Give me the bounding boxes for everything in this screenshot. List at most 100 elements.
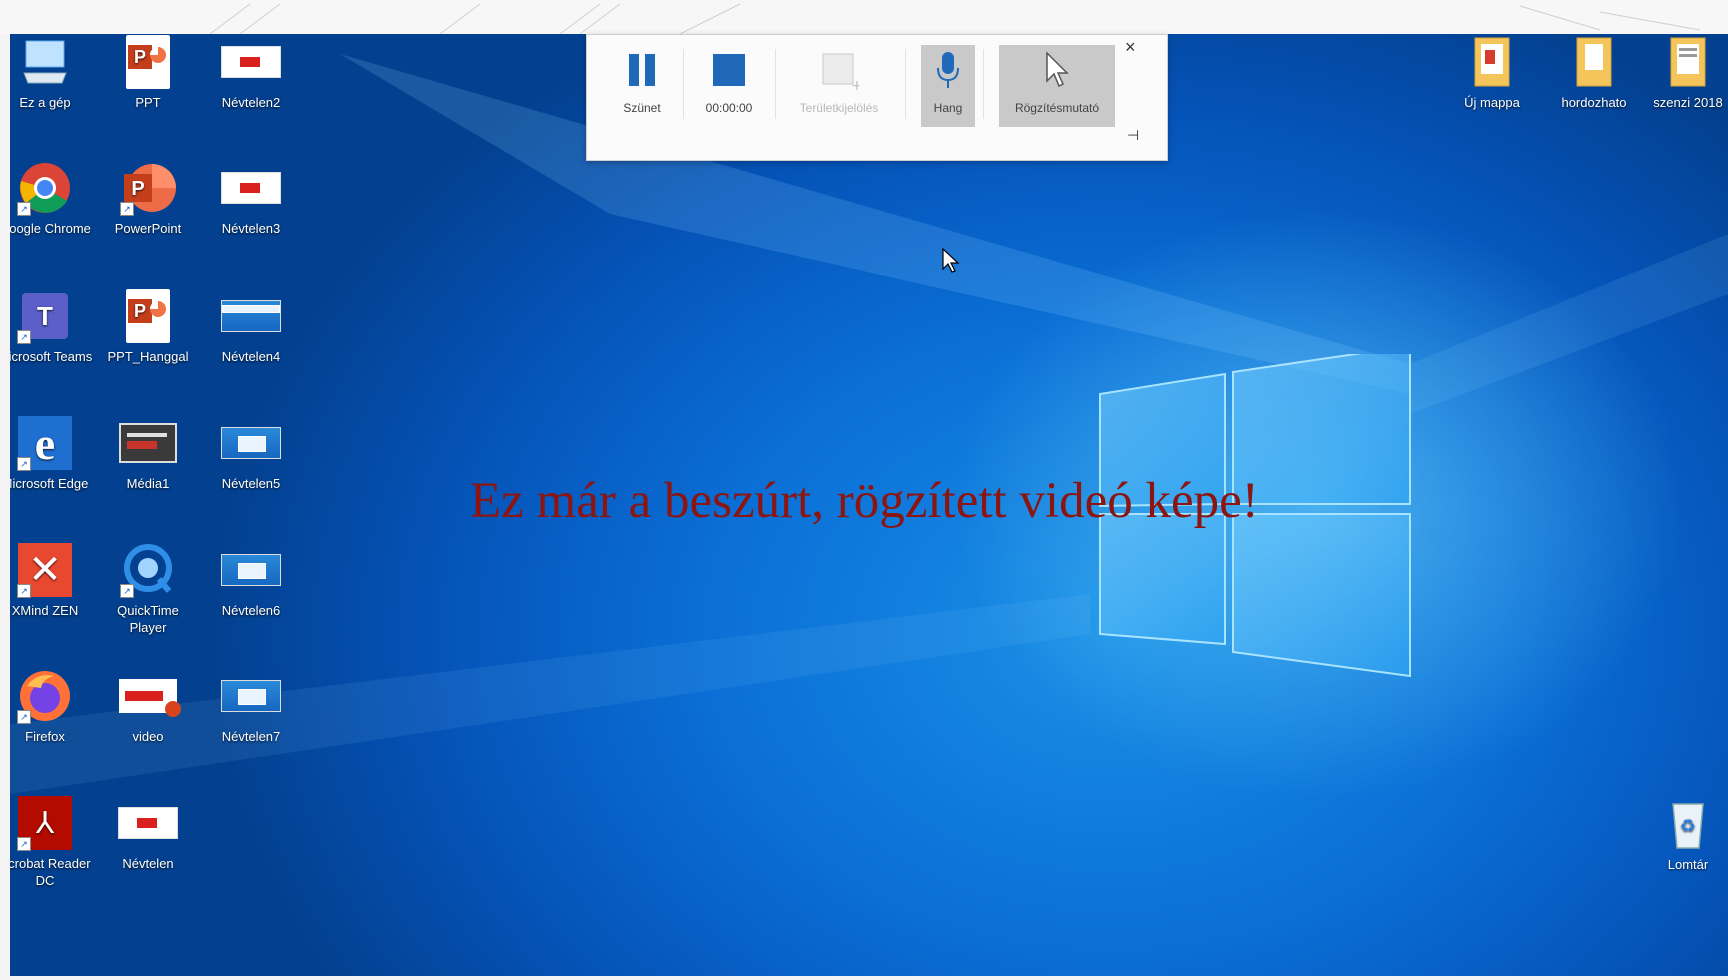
icon-label: QuickTime Player (117, 603, 179, 635)
desktop-icon-ez-a-gep[interactable]: Ez a gép (10, 34, 93, 111)
desktop-icon-uj-mappa[interactable]: Új mappa (1444, 34, 1540, 111)
mouse-cursor-icon (942, 248, 960, 273)
acrobat-icon: ⅄ ↗ (15, 795, 75, 851)
area-select-button[interactable]: + Területkijelölés (783, 45, 895, 127)
desktop-icon-lomtar[interactable]: ♻ Lomtár (1640, 796, 1728, 873)
desktop-icon-powerpoint[interactable]: P ↗ PowerPoint (100, 160, 196, 237)
video-thumbnail-icon (221, 160, 281, 216)
microphone-icon (921, 45, 975, 95)
toolbar-divider (983, 49, 984, 119)
area-select-label: Területkijelölés (799, 101, 879, 115)
video-thumbnail-icon (221, 34, 281, 90)
desktop-icon-video[interactable]: video (100, 668, 196, 745)
icon-label: Google Chrome (10, 221, 91, 236)
computer-icon (15, 34, 75, 90)
close-icon[interactable]: × (1125, 37, 1136, 58)
desktop-icon-quicktime[interactable]: ↗ QuickTime Player (100, 542, 196, 636)
video-thumbnail-icon (221, 668, 281, 724)
powerpoint-app-icon: P ↗ (118, 160, 178, 216)
icon-label: Névtelen4 (221, 349, 281, 364)
icon-label: Microsoft Teams (10, 349, 93, 364)
folder-icon (1564, 34, 1624, 90)
stop-button[interactable]: 00:00:00 (691, 45, 767, 127)
video-thumbnail-icon (118, 795, 178, 851)
audio-label: Hang (933, 101, 963, 115)
pause-button[interactable]: Szünet (611, 45, 673, 127)
teams-icon: T ↗ (15, 288, 75, 344)
toolbar-divider (905, 49, 906, 119)
video-thumbnail-icon (221, 288, 281, 344)
desktop-icon-ppt-hanggal[interactable]: P PPT_Hanggal (100, 288, 196, 365)
desktop-icon-szenzi-2018[interactable]: szenzi 2018 (1640, 34, 1728, 111)
desktop-icon-nevtelen5[interactable]: Névtelen5 (203, 415, 299, 492)
icon-label: Média1 (126, 476, 170, 491)
desktop-icon-nevtelen[interactable]: Névtelen (100, 795, 196, 872)
desktop-icon-nevtelen7[interactable]: Névtelen7 (203, 668, 299, 745)
video-thumbnail-icon (221, 415, 281, 471)
pause-label: Szünet (623, 101, 661, 115)
icon-label: PowerPoint (114, 221, 182, 236)
shortcut-arrow-icon: ↗ (17, 330, 31, 344)
pin-icon[interactable]: ⊣ (1127, 127, 1139, 144)
desktop-icon-nevtelen6[interactable]: Névtelen6 (203, 542, 299, 619)
shortcut-arrow-icon: ↗ (17, 584, 31, 598)
svg-text:+: + (851, 78, 859, 90)
video-thumbnail-icon (221, 542, 281, 598)
pause-icon (611, 45, 673, 95)
desktop-icon-xmind-zen[interactable]: ✕ ↗ XMind ZEN (10, 542, 93, 619)
pointer-icon (999, 45, 1115, 95)
icon-label: Névtelen5 (221, 476, 281, 491)
desktop-icon-nevtelen2[interactable]: Névtelen2 (203, 34, 299, 111)
shortcut-arrow-icon: ↗ (120, 584, 134, 598)
icon-label: Névtelen2 (221, 95, 281, 110)
powerpoint-file-icon: P (118, 34, 178, 90)
icon-label: Névtelen6 (221, 603, 281, 618)
desktop-icon-microsoft-edge[interactable]: e ↗ Microsoft Edge (10, 415, 93, 492)
icon-label: PPT (135, 95, 161, 110)
recycle-bin-icon: ♻ (1658, 796, 1718, 852)
desktop-icon-hordozhato[interactable]: hordozhato (1546, 34, 1642, 111)
shortcut-arrow-icon: ↗ (120, 202, 134, 216)
firefox-icon: ↗ (15, 668, 75, 724)
desktop-icon-nevtelen4[interactable]: Névtelen4 (203, 288, 299, 365)
desktop-icon-ppt[interactable]: P PPT (100, 34, 196, 111)
desktop-background: Ez a gép ↗ Google Chrome T ↗ Microsoft T… (10, 34, 1728, 976)
slide-caption: Ez már a beszúrt, rögzített videó képe! (470, 473, 1259, 529)
desktop-icon-media1[interactable]: Média1 (100, 415, 196, 492)
icon-label: PPT_Hanggal (107, 349, 189, 364)
desktop-icon-google-chrome[interactable]: ↗ Google Chrome (10, 160, 93, 237)
icon-label: Ez a gép (19, 95, 71, 110)
toolbar-divider (775, 49, 776, 119)
record-pointer-label: Rögzítésmutató (1014, 101, 1100, 115)
video-file-icon (118, 668, 181, 724)
desktop-icon-nevtelen3[interactable]: Névtelen3 (203, 160, 299, 237)
icon-label: Névtelen7 (221, 729, 281, 744)
icon-label: Microsoft Edge (10, 476, 89, 491)
recording-timer: 00:00:00 (705, 101, 753, 115)
icon-label: Acrobat Reader DC (10, 856, 91, 888)
icon-label: Névtelen3 (221, 221, 281, 236)
audio-button[interactable]: Hang (921, 45, 975, 127)
slide-top-strip (0, 0, 1728, 34)
icon-label: Firefox (25, 729, 65, 744)
stop-icon (691, 45, 767, 95)
svg-text:♻: ♻ (1680, 816, 1696, 837)
shortcut-arrow-icon: ↗ (17, 457, 31, 471)
shortcut-arrow-icon: ↗ (17, 710, 31, 724)
icon-label: szenzi 2018 (1653, 95, 1723, 110)
icon-label: video (132, 729, 164, 744)
record-pointer-button[interactable]: Rögzítésmutató (999, 45, 1115, 127)
svg-text:P: P (131, 178, 144, 200)
icon-label: Új mappa (1464, 95, 1520, 110)
chrome-icon: ↗ (15, 160, 75, 216)
media-file-icon (118, 415, 178, 471)
screen-recording-toolbar: Szünet 00:00:00 + Területkijelölés Hang … (586, 34, 1168, 161)
toolbar-divider (683, 49, 684, 119)
quicktime-icon: ↗ (118, 542, 178, 598)
icon-label: hordozhato (1561, 95, 1627, 110)
desktop-icon-firefox[interactable]: ↗ Firefox (10, 668, 93, 745)
xmind-icon: ✕ ↗ (15, 542, 75, 598)
desktop-icon-acrobat-reader[interactable]: ⅄ ↗ Acrobat Reader DC (10, 795, 93, 889)
desktop-icon-microsoft-teams[interactable]: T ↗ Microsoft Teams (10, 288, 93, 365)
icon-label: Névtelen (122, 856, 174, 871)
